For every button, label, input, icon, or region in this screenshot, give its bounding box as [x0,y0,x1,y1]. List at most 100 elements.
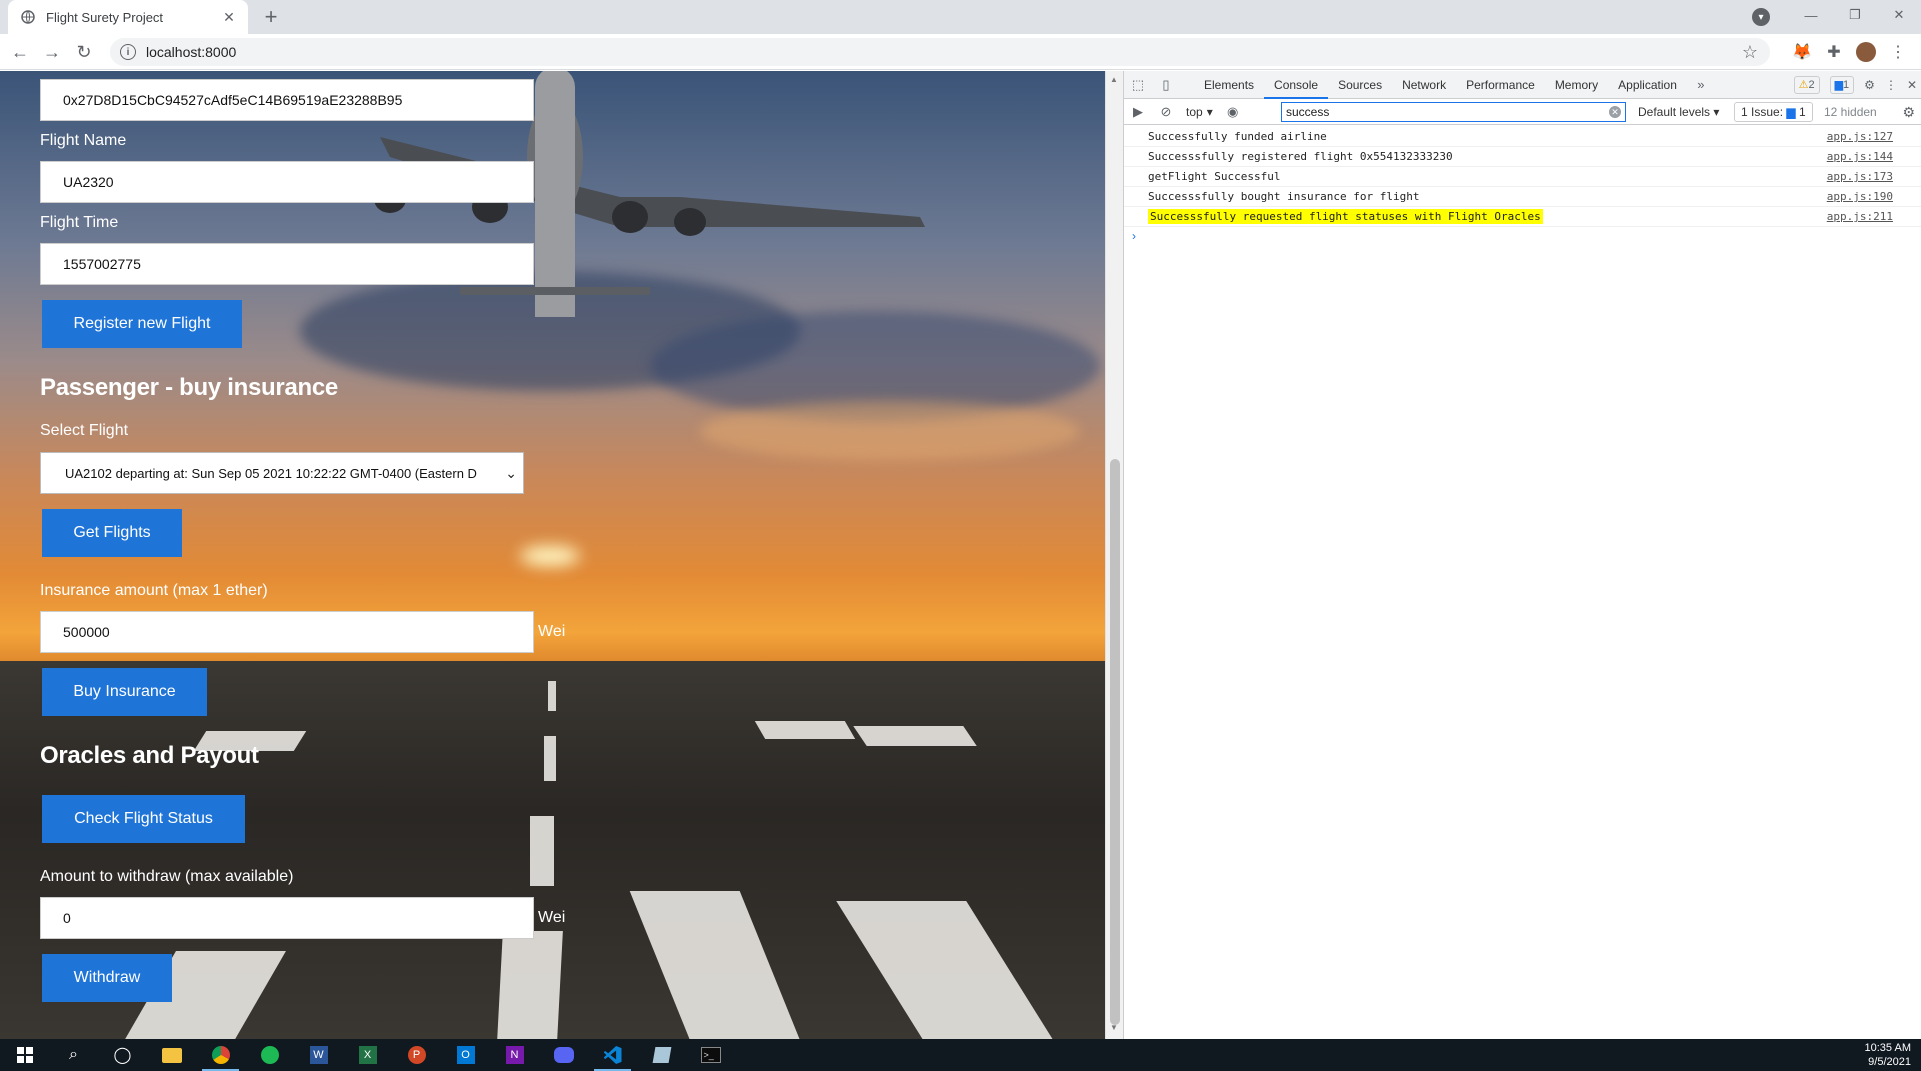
log-source-link[interactable]: app.js:173 [1827,167,1893,187]
sidebar-toggle-icon[interactable]: ▶ [1124,104,1152,120]
chrome-icon[interactable] [196,1039,245,1071]
messages-count: 1 [1843,79,1850,91]
excel-icon[interactable]: X [343,1039,392,1071]
context-selector[interactable]: top ▾ [1180,105,1219,119]
console-settings-icon[interactable]: ⚙ [1902,104,1915,121]
live-expression-eye-icon[interactable]: ◉ [1219,104,1247,120]
page-content: 0x27D8D15CbC94527cAdf5eC14B69519aE23288B… [0,71,1105,1039]
search-icon[interactable]: ⌕ [49,1039,98,1071]
log-source-link[interactable]: app.js:144 [1827,147,1893,167]
onenote-icon[interactable]: N [490,1039,539,1071]
restore-icon[interactable]: ❐ [1833,0,1877,30]
clock-date: 9/5/2021 [1868,1056,1911,1068]
issues-count: 1 [1798,105,1806,119]
log-levels-dropdown[interactable]: Default levels ▾ [1632,99,1725,125]
console-log-entry: Successsfully requested flight statuses … [1124,207,1921,227]
word-icon[interactable]: W [294,1039,343,1071]
messages-badge[interactable]: ▆1 [1829,76,1855,94]
console-log-list: Successfully funded airline app.js:127 S… [1124,125,1921,245]
menu-icon[interactable]: ⋮ [1888,42,1908,62]
oracles-heading: Oracles and Payout [40,742,259,769]
close-devtools-icon[interactable]: ✕ [1907,78,1917,92]
scrollbar-thumb[interactable] [1110,459,1120,1025]
tab-console[interactable]: Console [1264,71,1329,99]
airline-address-input[interactable]: 0x27D8D15CbC94527cAdf5eC14B69519aE23288B… [40,79,534,121]
bookmark-star-icon[interactable]: ☆ [1742,42,1758,63]
issues-button[interactable]: 1 Issue: ▆ 1 [1734,102,1813,122]
log-source-link[interactable]: app.js:127 [1827,127,1893,147]
get-flights-button[interactable]: Get Flights [42,509,182,557]
scroll-up-icon[interactable]: ▲ [1110,75,1118,84]
clear-console-icon[interactable]: ⊘ [1152,104,1180,120]
discord-icon[interactable] [539,1039,588,1071]
flight-time-input[interactable]: 1557002775 [40,243,534,285]
tab-search-icon[interactable]: ▾ [1752,8,1770,26]
more-tabs-icon[interactable]: » [1687,77,1715,92]
task-view-icon[interactable]: ◯ [98,1039,147,1071]
tab-application[interactable]: Application [1608,71,1687,99]
log-source-link[interactable]: app.js:190 [1827,187,1893,207]
scroll-down-icon[interactable]: ▼ [1110,1023,1118,1032]
settings-gear-icon[interactable]: ⚙ [1864,78,1875,92]
vscode-icon[interactable] [588,1039,637,1071]
chevron-down-icon: ⌄ [501,465,517,482]
metamask-icon[interactable]: 🦊 [1792,42,1812,62]
withdraw-button[interactable]: Withdraw [42,954,172,1002]
runway-marking [853,726,977,746]
log-source-link[interactable]: app.js:211 [1827,207,1893,227]
spotify-icon[interactable] [245,1039,294,1071]
browser-tab-bar: Flight Surety Project ✕ + ▾ — ❐ ✕ [0,0,1921,34]
runway-marking [754,721,856,739]
runway-centerline [548,681,556,711]
windows-start-icon[interactable] [0,1039,49,1071]
clock-time: 10:35 AM [1864,1042,1911,1054]
new-tab-button[interactable]: + [258,4,284,30]
console-log-entry: getFlight Successful app.js:173 [1124,167,1921,187]
select-flight-dropdown[interactable]: UA2102 departing at: Sun Sep 05 2021 10:… [40,452,524,494]
register-flight-button[interactable]: Register new Flight [42,300,242,348]
tab-performance[interactable]: Performance [1456,71,1545,99]
globe-icon [20,9,36,25]
page-scrollbar[interactable]: ▲ ▼ [1105,71,1123,1039]
devtools-menu-icon[interactable]: ⋮ [1885,78,1897,92]
withdraw-amount-label: Amount to withdraw (max available) [40,868,294,885]
tab-memory[interactable]: Memory [1545,71,1608,99]
powerpoint-icon[interactable]: P [392,1039,441,1071]
flight-name-input[interactable]: UA2320 [40,161,534,203]
clear-filter-icon[interactable]: ✕ [1609,106,1621,118]
avatar[interactable] [1856,42,1876,62]
warnings-badge[interactable]: ⚠2 [1793,76,1820,94]
tab-network[interactable]: Network [1392,71,1456,99]
back-icon[interactable]: ← [8,40,32,64]
close-tab-icon[interactable]: ✕ [220,9,238,26]
forward-icon[interactable]: → [40,40,64,64]
withdraw-unit: Wei [538,909,566,926]
outlook-icon[interactable]: O [441,1039,490,1071]
system-clock[interactable]: 10:35 AM 9/5/2021 [1865,1041,1911,1069]
console-prompt[interactable]: › [1124,227,1921,245]
devtools-panel: ⬚ ▯ Elements Console Sources Network Per… [1123,71,1921,1039]
hidden-count: 12 hidden [1824,105,1877,119]
warnings-count: 2 [1808,79,1815,91]
notepad-icon[interactable] [637,1039,686,1071]
minimize-icon[interactable]: — [1789,0,1833,30]
info-icon[interactable]: i [120,44,136,60]
close-window-icon[interactable]: ✕ [1877,0,1921,30]
reload-icon[interactable]: ↻ [72,40,96,64]
extensions-icon[interactable]: ✚ [1824,42,1844,62]
inspect-element-icon[interactable]: ⬚ [1124,77,1152,93]
log-message: Successfully funded airline [1148,130,1327,143]
withdraw-amount-input[interactable]: 0 [40,897,534,939]
insurance-amount-input[interactable]: 500000 [40,611,534,653]
buy-insurance-button[interactable]: Buy Insurance [42,668,207,716]
tab-sources[interactable]: Sources [1328,71,1392,99]
browser-tab[interactable]: Flight Surety Project ✕ [8,0,248,34]
tab-elements[interactable]: Elements [1194,71,1264,99]
terminal-icon[interactable]: >_ [686,1039,735,1071]
check-flight-status-button[interactable]: Check Flight Status [42,795,245,843]
file-explorer-icon[interactable] [147,1039,196,1071]
console-log-entry: Successsfully bought insurance for fligh… [1124,187,1921,207]
address-bar[interactable]: i localhost:8000 ☆ [110,38,1770,66]
device-toolbar-icon[interactable]: ▯ [1152,77,1180,93]
console-filter-input[interactable]: success ✕ [1281,102,1626,122]
